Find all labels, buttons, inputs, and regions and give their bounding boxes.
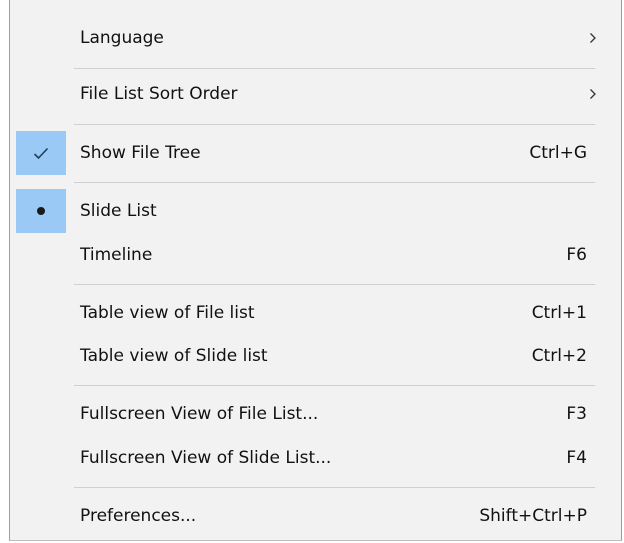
menu-item-label: File List Sort Order [80,84,238,104]
menu-item-shortcut: F6 [566,245,587,265]
menu-item-timeline[interactable]: Timeline F6 [10,233,621,277]
menu-item-show-file-tree[interactable]: Show File Tree Ctrl+G [10,131,621,175]
menu-item-shortcut: Shift+Ctrl+P [479,506,587,526]
menu-item-label: Table view of Slide list [80,346,268,366]
menu-item-fullscreen-slide-list[interactable]: Fullscreen View of Slide List... F4 [10,436,621,480]
menu-item-label: Slide List [80,201,157,221]
checkmark-icon [16,131,66,175]
menu-item-label: Show File Tree [80,143,201,163]
radio-bullet-icon [16,189,66,233]
menu-item-shortcut: F4 [566,448,587,468]
menu-item-language[interactable]: Language [10,16,621,60]
menu-item-shortcut: Ctrl+1 [531,303,587,323]
chevron-right-icon [587,16,599,60]
menu-item-label: Language [80,28,164,48]
menu-separator [74,487,595,488]
menu-item-file-list-sort-order[interactable]: File List Sort Order [10,72,621,116]
menu-item-fullscreen-file-list[interactable]: Fullscreen View of File List... F3 [10,392,621,436]
menu-item-shortcut: Ctrl+2 [531,346,587,366]
menu-item-shortcut: F3 [566,404,587,424]
chevron-right-icon [587,72,599,116]
menu-item-table-view-file-list[interactable]: Table view of File list Ctrl+1 [10,291,621,335]
menu-item-label: Fullscreen View of File List... [80,404,319,424]
view-context-menu: Language File List Sort Order Show File … [9,0,622,541]
menu-item-label: Preferences... [80,506,197,526]
menu-item-shortcut: Ctrl+G [529,143,587,163]
menu-item-label: Table view of File list [80,303,255,323]
menu-separator [74,124,595,125]
menu-separator [74,284,595,285]
menu-item-slide-list[interactable]: Slide List [10,189,621,233]
menu-item-label: Timeline [80,245,153,265]
menu-separator [74,385,595,386]
menu-item-table-view-slide-list[interactable]: Table view of Slide list Ctrl+2 [10,334,621,378]
menu-separator [74,68,595,69]
menu-item-preferences[interactable]: Preferences... Shift+Ctrl+P [10,494,621,538]
menu-separator [74,182,595,183]
menu-item-label: Fullscreen View of Slide List... [80,448,332,468]
